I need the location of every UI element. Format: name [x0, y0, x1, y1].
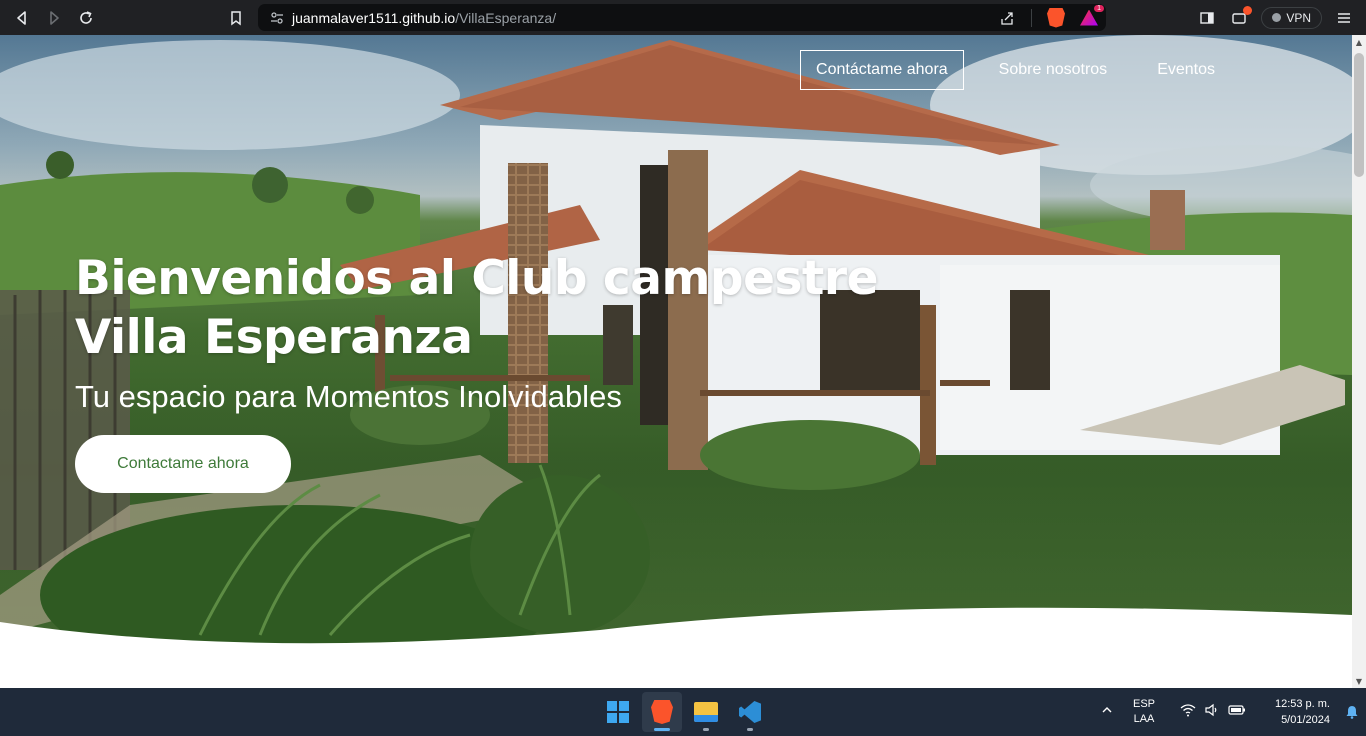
quick-settings[interactable]: [1180, 702, 1246, 722]
wallet-icon[interactable]: [1229, 5, 1253, 28]
menu-icon[interactable]: [1334, 8, 1354, 28]
rewards-badge: 1: [1094, 4, 1104, 12]
windows-taskbar: ESP LAA 12:53 p. m. 5/01/2024: [0, 688, 1366, 736]
main-nav: Contáctame ahora Sobre nosotros Eventos: [800, 50, 1240, 90]
scroll-thumb[interactable]: [1354, 53, 1364, 177]
site-settings-icon[interactable]: [270, 11, 284, 25]
taskbar-explorer-button[interactable]: [686, 692, 726, 732]
vscode-icon: [739, 701, 761, 723]
clock-time: 12:53 p. m.: [1274, 698, 1330, 710]
show-hidden-icons-chevron-icon[interactable]: [1092, 704, 1122, 720]
address-bar[interactable]: juanmalaver1511.github.io/VillaEsperanza…: [258, 4, 1106, 31]
nav-about-link[interactable]: Sobre nosotros: [974, 50, 1133, 90]
scroll-up-arrow-icon[interactable]: ▲: [1352, 35, 1366, 49]
system-tray: ESP LAA 12:53 p. m. 5/01/2024: [1092, 688, 1366, 736]
keyboard-layout: LAA: [1133, 713, 1155, 725]
start-button[interactable]: [598, 692, 638, 732]
back-icon[interactable]: [6, 0, 38, 35]
hero-section: Contáctame ahora Sobre nosotros Eventos …: [0, 35, 1352, 655]
windows-logo-icon: [607, 701, 629, 723]
url-path: /VillaEsperanza/: [455, 9, 557, 26]
browser-toolbar: juanmalaver1511.github.io/VillaEsperanza…: [0, 0, 1366, 35]
vpn-status-icon: [1272, 13, 1282, 22]
hero-subtitle: Tu espacio para Momentos Inolvidables: [75, 379, 622, 414]
clock[interactable]: 12:53 p. m. 5/01/2024: [1260, 696, 1330, 728]
notifications-bell-icon[interactable]: [1338, 704, 1366, 720]
url-text: juanmalaver1511.github.io/VillaEsperanza…: [292, 10, 556, 26]
share-icon[interactable]: [997, 8, 1017, 28]
language-code: ESP: [1132, 698, 1155, 710]
volume-icon: [1204, 702, 1220, 722]
sidebar-icon[interactable]: [1197, 8, 1217, 28]
file-explorer-icon: [694, 702, 718, 722]
clock-date: 5/01/2024: [1281, 714, 1330, 726]
taskbar-brave-button[interactable]: [642, 692, 682, 732]
page-scrollbar[interactable]: ▲ ▼: [1352, 35, 1366, 688]
scroll-down-arrow-icon[interactable]: ▼: [1352, 674, 1366, 688]
brave-shields-icon[interactable]: [1046, 7, 1066, 28]
brave-browser-icon: [651, 700, 673, 724]
taskbar-vscode-button[interactable]: [730, 692, 770, 732]
url-host: juanmalaver1511.github.io: [292, 9, 456, 26]
language-indicator[interactable]: ESP LAA: [1122, 697, 1166, 727]
vpn-label: VPN: [1286, 10, 1311, 25]
wifi-icon: [1180, 702, 1196, 722]
bookmark-icon[interactable]: [220, 0, 252, 35]
nav-events-link[interactable]: Eventos: [1132, 50, 1240, 90]
hero-contact-button[interactable]: Contactame ahora: [75, 435, 291, 493]
vpn-button[interactable]: VPN: [1261, 6, 1322, 29]
battery-icon: [1228, 702, 1246, 722]
nav-contact-link[interactable]: Contáctame ahora: [800, 50, 964, 90]
hero-title: Bienvenidos al Club campestre Villa Espe…: [75, 251, 878, 365]
divider: [1031, 8, 1032, 27]
reload-icon[interactable]: [70, 0, 102, 35]
hero-wave-divider: [0, 607, 1352, 688]
forward-icon[interactable]: [38, 0, 70, 35]
brave-rewards-icon[interactable]: 1: [1080, 4, 1104, 27]
page-viewport: Contáctame ahora Sobre nosotros Eventos …: [0, 35, 1352, 688]
